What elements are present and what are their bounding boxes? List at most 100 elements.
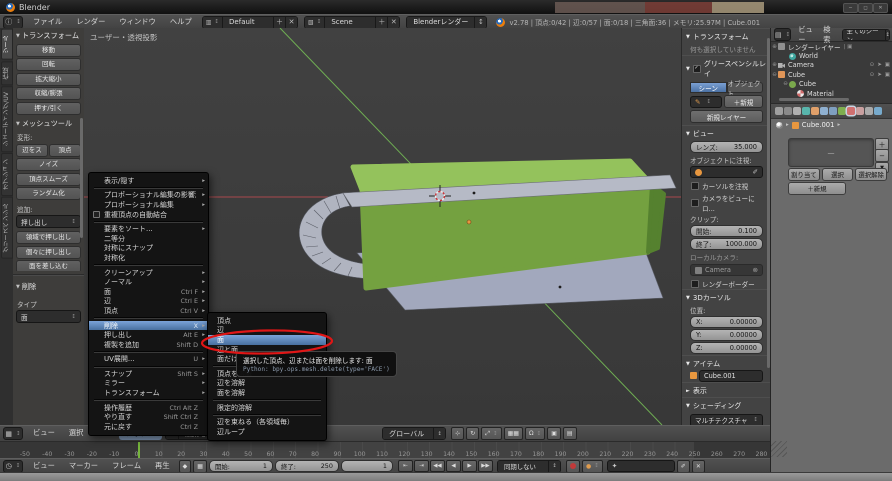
- shelf-tab[interactable]: グリースペンシル: [1, 197, 13, 259]
- assign-button[interactable]: 割り当て: [788, 168, 820, 181]
- gp-tab[interactable]: オブジェクト: [727, 82, 764, 93]
- properties-tab-physics[interactable]: [874, 107, 882, 115]
- cursor-y-field[interactable]: Y:0.00000: [690, 329, 763, 341]
- tool-button[interactable]: 拡大縮小: [16, 73, 81, 86]
- tool-button[interactable]: ランダム化: [16, 187, 81, 200]
- submenu-item[interactable]: 辺ループ: [208, 427, 326, 437]
- timeline-menu-item[interactable]: フレーム: [105, 461, 148, 471]
- transform-orientation-dropdown[interactable]: グローバル ↕: [382, 427, 446, 440]
- deselect-button[interactable]: 選択解除: [855, 168, 887, 181]
- minimize-button[interactable]: ─: [843, 3, 858, 13]
- remove-slot-button[interactable]: −: [875, 149, 889, 162]
- menubar-item[interactable]: ウィンドウ: [112, 17, 162, 27]
- submenu-item[interactable]: 頂点: [208, 316, 326, 326]
- snap-magnet-icon[interactable]: Ω↕: [525, 427, 545, 440]
- context-menu-item[interactable]: 要素をソート... ▸: [89, 224, 208, 234]
- clip-start-field[interactable]: 開始:0.100: [690, 225, 763, 237]
- properties-tab-world[interactable]: [802, 107, 810, 115]
- lock-object-field[interactable]: ✐: [690, 166, 763, 178]
- current-frame-field[interactable]: 1: [341, 460, 393, 472]
- tool-button[interactable]: 個々に押し出し: [16, 246, 81, 259]
- manipulator-translate-icon[interactable]: ⊹: [451, 427, 464, 440]
- cursor-z-field[interactable]: Z:0.00000: [690, 342, 763, 354]
- layout-value[interactable]: Default: [223, 17, 273, 28]
- tool-button[interactable]: 領域で押し出し: [16, 231, 81, 244]
- playhead[interactable]: [138, 441, 140, 459]
- shading-mode-dropdown[interactable]: マルチテクスチャ↕: [690, 414, 763, 426]
- clip-end-field[interactable]: 終了:1000.000: [690, 238, 763, 250]
- outliner-row[interactable]: ⊕ Camera | ▣ ⊙➤▣: [771, 61, 892, 70]
- shelf-scrollbar[interactable]: [80, 118, 83, 238]
- context-menu-item[interactable]: 押し出し Alt E ▸: [89, 330, 208, 340]
- new-material-button[interactable]: ＋ 新規: [788, 182, 846, 195]
- context-menu-item[interactable]: クリーンアップ ▸: [89, 268, 208, 278]
- breadcrumb-object-name[interactable]: Cube.001: [802, 121, 835, 129]
- lens-field[interactable]: レンズ:35.000: [690, 141, 763, 153]
- shelf-tab[interactable]: ツール: [1, 29, 13, 60]
- expander-icon[interactable]: ⊕: [771, 44, 778, 50]
- panel-header-transform-np[interactable]: ▼トランスフォーム: [682, 28, 771, 43]
- panel-header-grease-pencil[interactable]: ▼グリースペンシルレイ: [682, 55, 771, 80]
- outliner-item-label[interactable]: World: [799, 52, 818, 60]
- tool-button[interactable]: 頂点: [49, 144, 81, 157]
- context-menu-item[interactable]: 対称化 ▸: [89, 253, 208, 263]
- panel-header-redo[interactable]: ▼削除: [13, 279, 84, 293]
- menubar-item[interactable]: ヘルプ: [163, 17, 199, 27]
- manipulator-scale-icon[interactable]: ⤢↕: [481, 427, 501, 440]
- engine-value[interactable]: Blenderレンダー: [407, 17, 474, 28]
- context-menu-item[interactable]: やり直す Shift Ctrl Z ▸: [89, 412, 208, 422]
- editor-type-3dview-icon[interactable]: ▦↕: [3, 427, 23, 440]
- shelf-tab[interactable]: 作成: [1, 61, 13, 85]
- outliner-item-label[interactable]: Material: [807, 90, 834, 98]
- context-menu-item[interactable]: プロポーショナル編集 ▸: [89, 200, 208, 210]
- playback-button[interactable]: ◀◀: [430, 460, 445, 472]
- context-menu-item[interactable]: 表示/隠す ▸: [89, 176, 208, 186]
- panel-header-item[interactable]: ▼アイテム: [682, 355, 771, 370]
- scene-value[interactable]: Scene: [325, 17, 375, 28]
- shelf-tab[interactable]: シェーディング/UV: [1, 86, 13, 152]
- manipulator-rotate-icon[interactable]: ↻: [466, 427, 479, 440]
- tool-button[interactable]: 収縮/膨張: [16, 87, 81, 100]
- panel-header-mesh-tools[interactable]: ▼メッシュツール: [13, 116, 84, 130]
- editor-type-info-icon[interactable]: ⓘ↕: [3, 16, 23, 29]
- properties-tab-object[interactable]: [811, 107, 819, 115]
- auto-keyframe-record-button[interactable]: [566, 460, 580, 473]
- outliner-item-label[interactable]: レンダーレイヤー: [788, 42, 841, 52]
- expander-icon[interactable]: ⊕: [771, 62, 778, 68]
- submenu-item[interactable]: 面を溶解: [208, 388, 326, 398]
- playback-button[interactable]: ⇤: [398, 460, 413, 472]
- context-menu-item[interactable]: プロポーショナル編集の影響減衰タイプ ▸: [89, 191, 208, 201]
- submenu-item[interactable]: 辺: [208, 326, 326, 336]
- menubar-item[interactable]: レンダー: [69, 17, 112, 27]
- properties-tab-material[interactable]: [847, 107, 855, 115]
- outliner-item-label[interactable]: Cube: [799, 80, 816, 88]
- properties-tab-scene[interactable]: [793, 107, 801, 115]
- lock-to-cursor-row[interactable]: カーソルを注視: [691, 181, 762, 191]
- tool-button[interactable]: 移動: [16, 44, 81, 57]
- restriction-icons[interactable]: ⊙➤▣: [870, 62, 890, 68]
- add-layout-button[interactable]: ＋: [273, 17, 285, 28]
- end-frame-field[interactable]: 終了:250: [275, 460, 339, 472]
- keying-set-dropdown[interactable]: ●↕: [582, 460, 603, 473]
- outliner-item-label[interactable]: Camera: [788, 61, 814, 69]
- tool-button[interactable]: ノイズ: [16, 158, 81, 171]
- panel-header-3d-cursor[interactable]: ▼3Dカーソル: [682, 289, 771, 304]
- restriction-icons[interactable]: ⊙➤▣: [870, 72, 890, 78]
- panel-header-shading[interactable]: ▼シェーディング: [682, 397, 771, 412]
- playback-button[interactable]: ◀: [446, 460, 461, 472]
- sync-dropdown[interactable]: 同期しない↕: [497, 460, 561, 473]
- properties-tab-constraints[interactable]: [820, 107, 828, 115]
- outliner-row[interactable]: World | ▣ ⊙➤▣: [771, 51, 892, 60]
- extrude-dropdown[interactable]: 押し出し↕: [16, 215, 81, 228]
- panel-header-display[interactable]: ►表示: [682, 382, 771, 397]
- outliner-item-label[interactable]: Cube: [788, 71, 805, 79]
- outliner-row[interactable]: Material | ▣ ⊙➤▣: [771, 89, 892, 98]
- playback-button[interactable]: ▶▶: [478, 460, 493, 472]
- render-anim-icon[interactable]: ▤: [563, 427, 577, 440]
- delete-keyframe-icon[interactable]: ✕: [692, 460, 705, 473]
- context-menu-item[interactable]: 元に戻す Ctrl Z ▸: [89, 422, 208, 432]
- screen-layout-selector[interactable]: ▥↕ Default ＋ ✕: [202, 16, 298, 29]
- delete-scene-button[interactable]: ✕: [387, 17, 399, 28]
- context-menu-item[interactable]: 削除 X ▸: [89, 321, 208, 331]
- context-menu-item[interactable]: 重複頂点の自動結合 ▸: [89, 210, 208, 220]
